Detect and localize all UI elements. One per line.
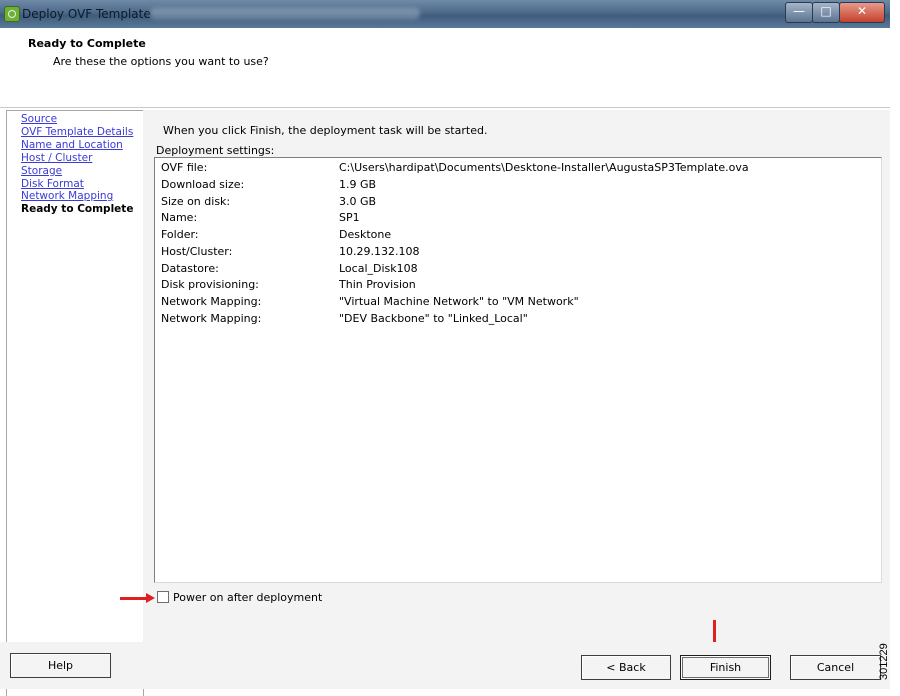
blurred-title-text	[150, 8, 420, 19]
header-divider	[0, 107, 890, 108]
power-on-checkbox[interactable]	[157, 591, 169, 603]
nav-step-storage[interactable]: Storage	[21, 165, 62, 177]
maximize-icon: □	[820, 4, 832, 18]
page-title: Ready to Complete	[28, 37, 146, 50]
close-icon: ✕	[856, 4, 868, 18]
help-button[interactable]: Help	[10, 653, 111, 678]
close-button[interactable]: ✕	[839, 2, 885, 23]
nav-step-ready-to-complete: Ready to Complete	[21, 203, 134, 215]
vsphere-app-icon	[4, 6, 20, 22]
nav-step-network-mapping[interactable]: Network Mapping	[21, 190, 113, 202]
minimize-button[interactable]: —	[785, 2, 813, 23]
annotation-arrowhead-right-icon	[146, 593, 155, 603]
wizard-steps-nav: Source OVF Template Details Name and Loc…	[6, 110, 144, 696]
cancel-button[interactable]: Cancel	[790, 655, 881, 680]
finish-intro-text: When you click Finish, the deployment ta…	[163, 124, 488, 137]
power-on-label[interactable]: Power on after deployment	[173, 591, 322, 604]
deployment-settings-label: Deployment settings:	[156, 144, 275, 157]
back-button[interactable]: < Back	[581, 655, 671, 680]
nav-step-host-cluster[interactable]: Host / Cluster	[21, 152, 92, 164]
window-title: Deploy OVF Template	[22, 7, 151, 21]
maximize-button[interactable]: □	[812, 2, 840, 23]
finish-button[interactable]: Finish	[680, 655, 771, 680]
figure-id: 301229	[878, 643, 890, 680]
page-subtitle: Are these the options you want to use?	[53, 55, 269, 68]
nav-step-ovf-template-details[interactable]: OVF Template Details	[21, 126, 133, 138]
minimize-icon: —	[793, 4, 805, 18]
nav-step-name-and-location[interactable]: Name and Location	[21, 139, 123, 151]
nav-step-disk-format[interactable]: Disk Format	[21, 178, 84, 190]
nav-step-source[interactable]: Source	[21, 113, 57, 125]
deployment-settings-list[interactable]: OVF file: C:\Users\hardipat\Documents\Des…	[154, 157, 882, 583]
